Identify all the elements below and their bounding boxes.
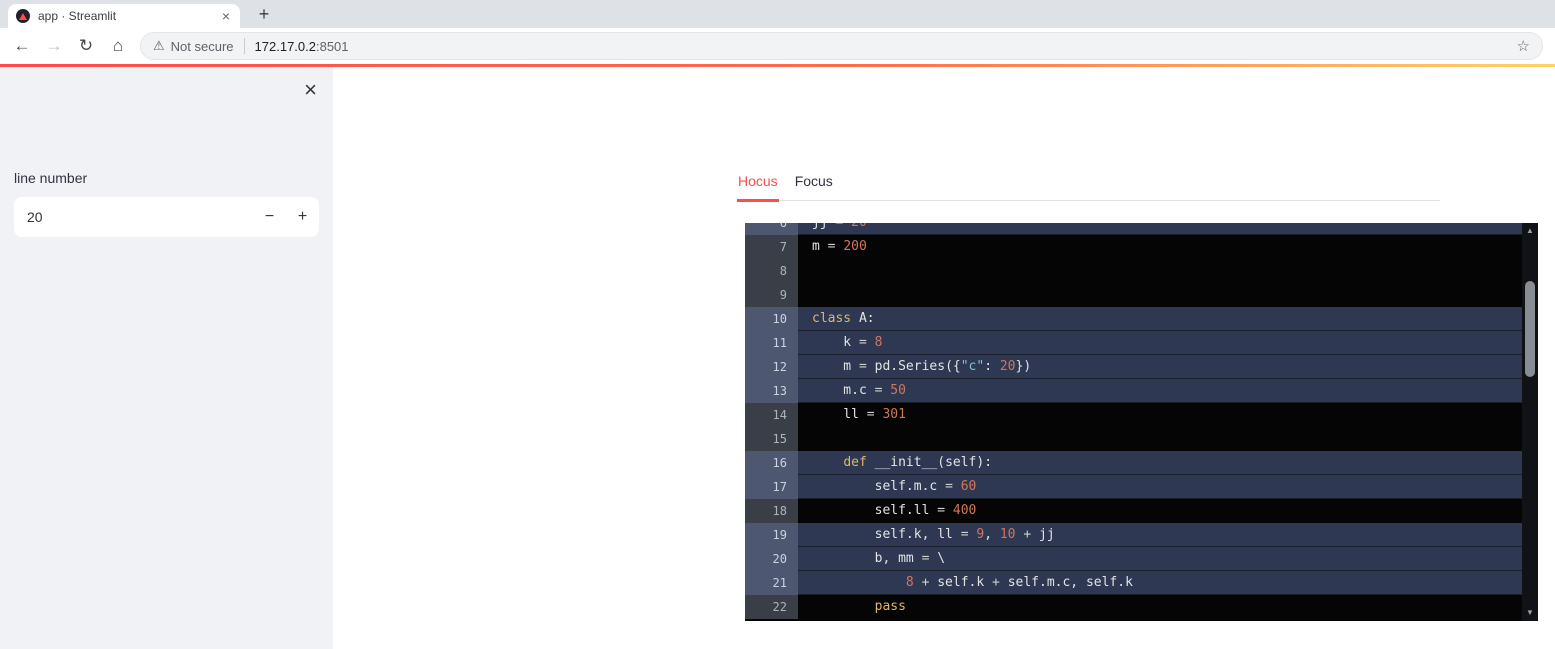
decrement-button[interactable]: − <box>253 197 286 237</box>
code-line: 12 m = pd.Series({"c": 20}) <box>745 355 1522 379</box>
browser-toolbar: ← → ↻ ⌂ ⚠ Not secure 172.17.0.2 :8501 ☆ <box>0 28 1555 64</box>
number-input-label: line number <box>14 170 88 186</box>
reload-icon[interactable]: ↻ <box>76 36 96 56</box>
security-label[interactable]: Not secure <box>171 39 234 54</box>
forward-icon[interactable]: → <box>44 36 64 56</box>
line-number: 18 <box>745 499 798 523</box>
line-number: 9 <box>745 283 798 307</box>
code-text: pass <box>874 599 906 614</box>
code-line: 16 def __init__(self): <box>745 451 1522 475</box>
code-line: 11 k = 8 <box>745 331 1522 355</box>
code-line: 10 class A: <box>745 307 1522 331</box>
code-text: self.ll = 400 <box>812 503 977 518</box>
code-line: 7 m = 200 <box>745 235 1522 259</box>
tab-title: app · Streamlit <box>38 9 117 23</box>
back-icon[interactable]: ← <box>12 36 32 56</box>
increment-button[interactable]: + <box>286 197 319 237</box>
code-line: 21 8 + self.k + self.m.c, self.k <box>745 571 1522 595</box>
code-viewer: 6jj = 207m = 2008910class A:11 k = 812 m… <box>745 223 1538 621</box>
scrollbar-thumb[interactable] <box>1525 281 1535 377</box>
sidebar: × line number 20 − + <box>0 67 333 649</box>
line-number: 13 <box>745 379 798 403</box>
line-number: 6 <box>745 223 798 235</box>
sidebar-close-icon[interactable]: × <box>304 79 317 101</box>
home-icon[interactable]: ⌂ <box>108 36 128 56</box>
warning-icon: ⚠ <box>153 38 165 53</box>
code-text: k = 8 <box>812 335 883 350</box>
url-host: 172.17.0.2 <box>254 38 316 54</box>
code-text: m = 200 <box>812 239 867 254</box>
code-line: 8 <box>745 259 1522 283</box>
tab-close-icon[interactable]: × <box>220 8 232 24</box>
code-line: 13 m.c = 50 <box>745 379 1522 403</box>
line-number: 20 <box>745 547 798 571</box>
code-line: 20 b, mm = \ <box>745 547 1522 571</box>
line-number: 11 <box>745 331 798 355</box>
number-input-value[interactable]: 20 <box>14 209 253 225</box>
line-number: 19 <box>745 523 798 547</box>
scroll-up-icon[interactable]: ▲ <box>1526 226 1534 236</box>
line-number-input[interactable]: 20 − + <box>14 197 319 237</box>
code-text: self.m.c = 60 <box>812 479 977 494</box>
code-text: jj = 20 <box>798 223 1522 235</box>
line-number: 14 <box>745 403 798 427</box>
new-tab-button[interactable]: + <box>252 3 276 25</box>
line-number: 7 <box>745 235 798 259</box>
scroll-down-icon[interactable]: ▼ <box>1526 608 1534 618</box>
code-text: b, mm = \ <box>812 551 946 566</box>
code-line: 15 <box>745 427 1522 451</box>
code-line: 6jj = 20 <box>745 223 1522 235</box>
address-bar[interactable]: ⚠ Not secure 172.17.0.2 :8501 ☆ <box>140 32 1543 60</box>
code-line: 18 self.ll = 400 <box>745 499 1522 523</box>
tab-focus[interactable]: Focus <box>794 172 834 200</box>
tab-hocus[interactable]: Hocus <box>737 172 779 202</box>
screen: app · Streamlit × + ← → ↻ ⌂ ⚠ Not secure… <box>0 0 1555 649</box>
code-text: class A: <box>812 311 875 326</box>
line-number: 12 <box>745 355 798 379</box>
code-text: ll = 301 <box>812 407 906 422</box>
line-number: 17 <box>745 475 798 499</box>
line-number: 21 <box>745 571 798 595</box>
code-line: 22 pass <box>745 595 1522 619</box>
code-text: self.k, ll = 9, 10 + jj <box>812 527 1055 542</box>
browser-tab-strip: app · Streamlit × + <box>0 0 1555 28</box>
code-line: 9 <box>745 283 1522 307</box>
line-number: 22 <box>745 595 798 619</box>
line-number: 16 <box>745 451 798 475</box>
code-text: m = pd.Series({"c": 20}) <box>812 359 1032 374</box>
streamlit-favicon-icon <box>16 9 30 23</box>
code-scrollbar[interactable]: ▲ ▼ <box>1522 223 1538 621</box>
code-text: m.c = 50 <box>812 383 906 398</box>
browser-tab[interactable]: app · Streamlit × <box>8 4 240 28</box>
line-number: 8 <box>745 259 798 283</box>
line-number: 10 <box>745 307 798 331</box>
code-text: def __init__(self): <box>843 455 993 470</box>
code-lines: 6jj = 207m = 2008910class A:11 k = 812 m… <box>745 223 1522 619</box>
code-line: 14 ll = 301 <box>745 403 1522 427</box>
bookmark-star-icon[interactable]: ☆ <box>1517 37 1530 55</box>
code-line: 19 self.k, ll = 9, 10 + jj <box>745 523 1522 547</box>
address-divider <box>243 38 245 54</box>
line-number: 15 <box>745 427 798 451</box>
code-text: 8 + self.k + self.m.c, self.k <box>905 575 1133 590</box>
code-line: 17 self.m.c = 60 <box>745 475 1522 499</box>
code-area: 6jj = 207m = 2008910class A:11 k = 812 m… <box>745 223 1522 621</box>
tab-list: Hocus Focus <box>737 172 1440 202</box>
url-port: :8501 <box>315 38 349 54</box>
